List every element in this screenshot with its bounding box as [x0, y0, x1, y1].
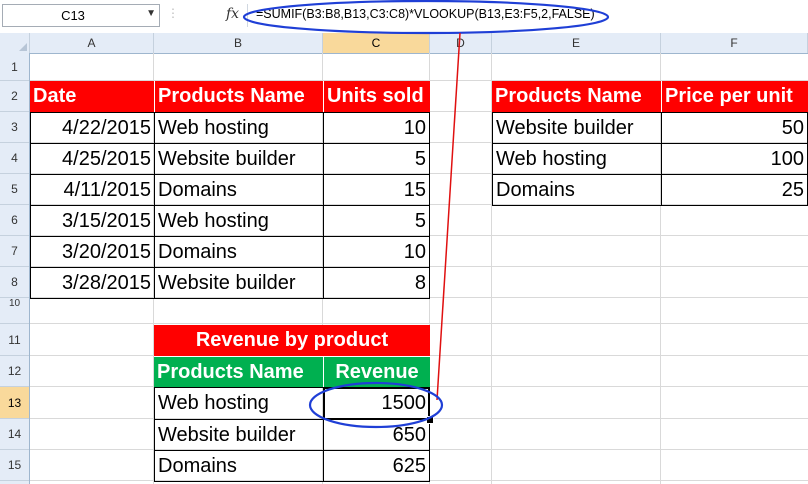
row-header-8[interactable]: 8	[0, 267, 29, 298]
sales-units-cell[interactable]: 8	[323, 267, 430, 299]
sales-units-cell[interactable]: 5	[323, 143, 430, 175]
sales-date-cell[interactable]: 4/25/2015	[30, 143, 155, 175]
fill-handle[interactable]	[426, 416, 434, 424]
sales-date-cell[interactable]: 3/28/2015	[30, 267, 155, 299]
row-header-14[interactable]: 14	[0, 419, 29, 450]
price-product-cell[interactable]: Web hosting	[492, 143, 662, 175]
sales-header-date[interactable]: Date	[30, 81, 154, 112]
sales-date-cell[interactable]: 3/15/2015	[30, 205, 155, 237]
name-box[interactable]: C13 ▼	[2, 4, 160, 27]
row-header-15[interactable]: 15	[0, 450, 29, 481]
worksheet-grid[interactable]: Date Products Name Units sold 4/22/2015 …	[30, 53, 808, 484]
select-all-corner[interactable]	[0, 33, 30, 53]
sales-header-product[interactable]: Products Name	[154, 81, 323, 112]
sales-date-cell[interactable]: 4/22/2015	[30, 112, 155, 144]
column-header-e[interactable]: E	[492, 33, 661, 53]
revenue-header-value[interactable]: Revenue	[323, 356, 430, 387]
price-product-cell[interactable]: Domains	[492, 174, 662, 206]
row-header-7[interactable]: 7	[0, 236, 29, 267]
sales-product-cell[interactable]: Web hosting	[154, 112, 324, 144]
revenue-title[interactable]: Revenue by product	[154, 325, 430, 356]
revenue-product-cell[interactable]: Domains	[154, 450, 324, 482]
sales-product-cell[interactable]: Domains	[154, 174, 324, 206]
chevron-down-icon[interactable]: ▼	[146, 8, 156, 19]
sales-date-cell[interactable]: 3/20/2015	[30, 236, 155, 268]
sales-product-cell[interactable]: Web hosting	[154, 205, 324, 237]
row-header-12[interactable]: 12	[0, 356, 29, 387]
sales-units-cell[interactable]: 10	[323, 112, 430, 144]
price-product-cell[interactable]: Website builder	[492, 112, 662, 144]
revenue-value-cell[interactable]: 625	[323, 450, 430, 482]
formula-text: =SUMIF(B3:B8,B13,C3:C8)*VLOOKUP(B13,E3:F…	[256, 7, 595, 21]
row-header-6[interactable]: 6	[0, 205, 29, 236]
price-value-cell[interactable]: 50	[661, 112, 808, 144]
price-value-cell[interactable]: 100	[661, 143, 808, 175]
revenue-value-cell-active[interactable]: 1500	[323, 387, 430, 420]
row-header-10[interactable]: 10	[0, 298, 29, 324]
price-header-product[interactable]: Products Name	[492, 81, 661, 112]
select-all-icon	[19, 43, 27, 51]
revenue-product-cell[interactable]: Website builder	[154, 419, 324, 451]
sales-product-cell[interactable]: Domains	[154, 236, 324, 268]
name-box-value: C13	[61, 8, 85, 23]
revenue-product-cell[interactable]: Web hosting	[154, 387, 324, 420]
sales-date-cell[interactable]: 4/11/2015	[30, 174, 155, 206]
row-header-4[interactable]: 4	[0, 143, 29, 174]
column-header-a[interactable]: A	[30, 33, 154, 53]
formula-bar-splitter[interactable]: ⋮	[166, 6, 180, 26]
price-value-cell[interactable]: 25	[661, 174, 808, 206]
row-header-13[interactable]: 13	[0, 387, 29, 419]
formula-input[interactable]: =SUMIF(B3:B8,B13,C3:C8)*VLOOKUP(B13,E3:F…	[247, 4, 808, 27]
sales-units-cell[interactable]: 15	[323, 174, 430, 206]
price-header-price[interactable]: Price per unit	[661, 81, 808, 112]
row-header-2[interactable]: 2	[0, 81, 29, 112]
row-header-5[interactable]: 5	[0, 174, 29, 205]
sales-product-cell[interactable]: Website builder	[154, 267, 324, 299]
column-header-row: A B C D E F	[0, 33, 808, 54]
sales-product-cell[interactable]: Website builder	[154, 143, 324, 175]
column-header-b[interactable]: B	[154, 33, 323, 53]
insert-function-icon[interactable]: fx	[226, 6, 239, 22]
column-header-f[interactable]: F	[661, 33, 808, 53]
formula-bar: C13 ▼ ⋮ fx =SUMIF(B3:B8,B13,C3:C8)*VLOOK…	[0, 0, 808, 34]
revenue-value-cell[interactable]: 650	[323, 419, 430, 451]
revenue-header-product[interactable]: Products Name	[154, 356, 323, 387]
row-header-column: 1 2 3 4 5 6 7 8 10 11 12 13 14 15	[0, 53, 30, 484]
column-header-d[interactable]: D	[430, 33, 492, 53]
sales-header-units[interactable]: Units sold	[323, 81, 430, 112]
column-header-c[interactable]: C	[323, 33, 430, 53]
row-header-11[interactable]: 11	[0, 324, 29, 356]
row-header-1[interactable]: 1	[0, 53, 29, 81]
sales-units-cell[interactable]: 10	[323, 236, 430, 268]
row-header-3[interactable]: 3	[0, 112, 29, 143]
gridline	[30, 323, 808, 324]
sales-units-cell[interactable]: 5	[323, 205, 430, 237]
